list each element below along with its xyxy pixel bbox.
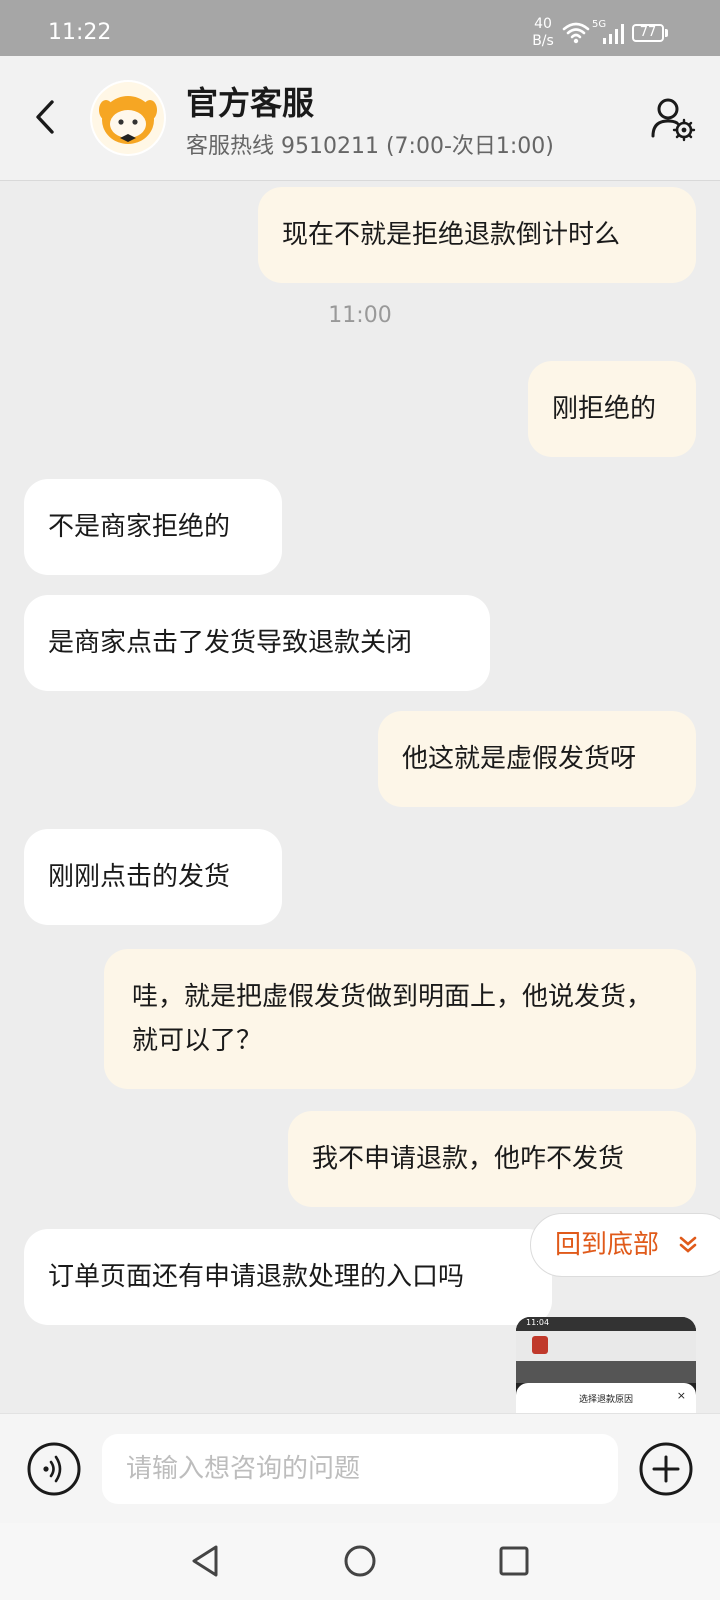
page-title: 官方客服 <box>186 84 315 122</box>
add-attachment-button[interactable] <box>638 1441 694 1497</box>
nav-back-icon[interactable] <box>186 1541 226 1581</box>
message-bubble-incoming[interactable]: 不是商家拒绝的 <box>24 479 282 575</box>
thumbnail-caption: 选择退款原因 <box>578 1395 633 1405</box>
message-timestamp: 11:00 <box>328 303 392 328</box>
thumbnail-app-icon <box>532 1336 548 1354</box>
battery-level: 77 <box>632 24 664 42</box>
battery-icon: 77 <box>632 24 670 42</box>
message-bubble-outgoing[interactable]: 现在不就是拒绝退款倒计时么 <box>258 187 696 283</box>
message-bubble-outgoing[interactable]: 我不申请退款，他咋不发货 <box>288 1111 696 1207</box>
wifi-icon <box>562 22 590 44</box>
input-bar <box>0 1413 720 1524</box>
message-bubble-outgoing[interactable]: 他这就是虚假发货呀 <box>378 711 696 807</box>
thumbnail-status-bar: 11:04 <box>516 1317 696 1331</box>
scroll-to-bottom-button[interactable]: 回到底部 <box>530 1213 720 1277</box>
profile-settings-icon[interactable] <box>650 96 696 142</box>
scroll-to-bottom-label: 回到底部 <box>555 1230 660 1260</box>
system-navigation-bar <box>0 1523 720 1600</box>
thumbnail-close-icon: × <box>676 1389 686 1402</box>
status-time: 11:22 <box>48 20 112 45</box>
thumbnail-sheet: 选择退款原因 × <box>516 1383 696 1413</box>
double-chevron-down-icon <box>679 1236 697 1253</box>
signal-icon: 5G <box>592 20 626 46</box>
message-bubble-outgoing[interactable]: 哇，就是把虚假发货做到明面上，他说发货，就可以了？ <box>104 949 696 1089</box>
message-bubble-incoming[interactable]: 是商家点击了发货导致退款关闭 <box>24 595 490 691</box>
signal-bars-icon <box>603 24 624 44</box>
message-bubble-incoming[interactable]: 订单页面还有申请退款处理的入口吗 <box>24 1229 552 1325</box>
battery-tip <box>665 29 668 37</box>
avatar[interactable] <box>90 80 166 156</box>
mascot-icon <box>92 82 164 154</box>
status-bar: 11:22 40 B/s 5G 77 <box>0 0 720 56</box>
message-bubble-outgoing[interactable]: 刚拒绝的 <box>528 361 696 457</box>
chat-messages[interactable]: 现在不就是拒绝退款倒计时么 11:00 刚拒绝的 不是商家拒绝的 是商家点击了发… <box>0 181 720 1413</box>
network-speed-unit: B/s <box>532 33 554 49</box>
image-message-thumbnail[interactable]: 11:04 选择退款原因 × <box>516 1317 696 1413</box>
thumbnail-time: 11:04 <box>526 1318 550 1327</box>
message-input[interactable] <box>102 1434 618 1504</box>
nav-home-icon[interactable] <box>340 1541 380 1581</box>
thumbnail-header <box>516 1331 696 1361</box>
nav-recents-icon[interactable] <box>494 1541 534 1581</box>
network-speed: 40 B/s <box>526 16 560 50</box>
message-bubble-incoming[interactable]: 刚刚点击的发货 <box>24 829 282 925</box>
network-speed-value: 40 <box>534 16 552 32</box>
voice-input-button[interactable] <box>26 1441 82 1497</box>
back-button[interactable] <box>24 92 68 142</box>
chat-header: 官方客服 客服热线 9510211 (7:00-次日1:00) <box>0 56 720 181</box>
service-hotline: 客服热线 9510211 (7:00-次日1:00) <box>186 134 554 159</box>
thumbnail-banner <box>516 1361 696 1383</box>
